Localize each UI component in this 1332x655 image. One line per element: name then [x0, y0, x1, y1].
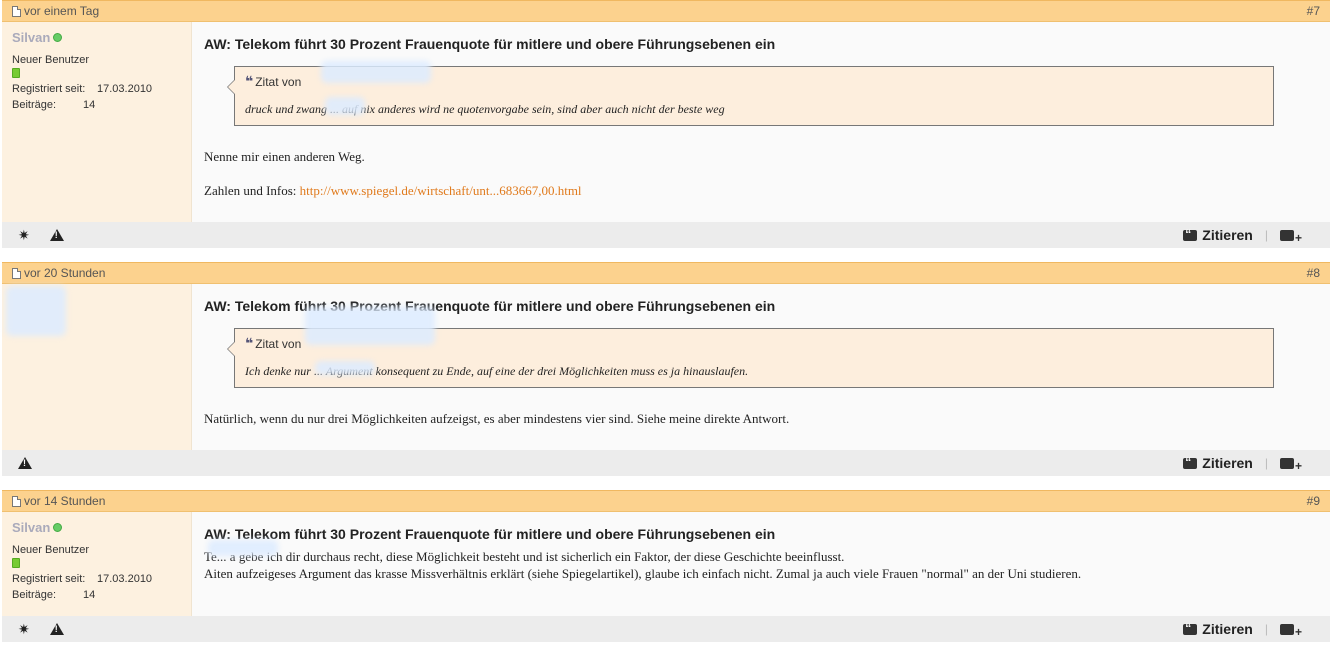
post-paragraph: Nenne mir einen anderen Weg. [204, 149, 365, 164]
registered-date: 17.03.2010 [97, 83, 153, 95]
post-8: vor 20 Stunden #8 AW: Telekom führt 30 P… [2, 262, 1330, 476]
quote-box: ❝ Zitat von Ich denke nur ... Argument k… [227, 307, 1274, 388]
quote-box: ❝ Zitat von druck und zwang ... auf nix … [227, 61, 1274, 126]
thanks-icon[interactable]: ✷ [18, 227, 30, 244]
separator: | [1264, 228, 1268, 242]
quote-icon [1183, 455, 1198, 469]
multi-quote-button[interactable] [1280, 623, 1302, 639]
post-time: vor 14 Stunden [24, 494, 106, 508]
report-button[interactable] [18, 457, 32, 469]
post-time: vor 20 Stunden [24, 266, 106, 280]
quote-marks-icon: ❝ [245, 335, 253, 351]
post-title: AW: Telekom führt 30 Prozent Frauenquote… [204, 36, 776, 52]
quote-icon [1183, 621, 1198, 635]
post-7: vor einem Tag #7 Silvan Neuer Benutzer R… [2, 0, 1330, 248]
report-button[interactable] [49, 229, 64, 241]
quote-text: druck und zwang ... auf nix anderes wird… [245, 102, 725, 116]
post-footer: ✷ Zitieren | [2, 616, 1330, 642]
warning-icon [49, 229, 64, 241]
quote-button[interactable]: Zitieren [1183, 621, 1253, 637]
multi-quote-button[interactable] [1280, 457, 1302, 473]
author-panel [2, 284, 192, 450]
post-header: vor 14 Stunden #9 [2, 490, 1330, 512]
post-content: AW: Telekom führt 30 Prozent Frauenquote… [192, 284, 1330, 450]
spiegel-link[interactable]: http://www.spiegel.de/wirtschaft/unt...6… [300, 183, 582, 198]
post-time: vor einem Tag [24, 4, 100, 18]
multi-quote-icon [1280, 623, 1302, 639]
post-number[interactable]: #9 [1307, 494, 1320, 508]
rank-bar-icon [12, 68, 20, 78]
thanks-icon[interactable]: ✷ [18, 621, 30, 638]
author-rank: Neuer Benutzer [12, 54, 90, 66]
author-rank: Neuer Benutzer [12, 544, 90, 556]
posts-count: 14 [83, 589, 96, 601]
quote-button[interactable]: Zitieren [1183, 227, 1253, 243]
online-status-icon [53, 523, 63, 532]
author-name[interactable]: Silvan [12, 520, 191, 535]
posts-label: Beiträge: [12, 99, 57, 111]
post-header: vor 20 Stunden #8 [2, 262, 1330, 284]
page-icon [12, 5, 21, 17]
quote-button-label: Zitieren [1202, 227, 1253, 243]
rank-bar-icon [12, 558, 20, 568]
post-9: vor 14 Stunden #9 Silvan Neuer Benutzer … [2, 490, 1330, 642]
quote-label: Zitat von [255, 336, 302, 351]
author-panel: Silvan Neuer Benutzer Registriert seit: 1… [2, 22, 192, 222]
post-content: AW: Telekom führt 30 Prozent Frauenquote… [192, 22, 1330, 222]
quote-button-label: Zitieren [1202, 455, 1253, 471]
author-panel: Silvan Neuer Benutzer Registriert seit: 1… [2, 512, 192, 616]
post-number[interactable]: #7 [1307, 4, 1320, 18]
post-content: AW: Telekom führt 30 Prozent Frauenquote… [192, 512, 1330, 616]
post-paragraph: Natürlich, wenn du nur drei Möglichkeite… [204, 411, 790, 426]
author-name-text[interactable]: Silvan [12, 30, 50, 45]
post-paragraph: Te... a gebe ich dir durchaus recht, die… [204, 549, 845, 564]
registered-label: Registriert seit: [12, 83, 86, 95]
author-name[interactable]: Silvan [12, 30, 191, 45]
warning-icon [18, 457, 32, 469]
posts-count: 14 [83, 99, 96, 111]
registered-date: 17.03.2010 [97, 573, 153, 585]
warning-icon [49, 623, 64, 635]
link-prefix: Zahlen und Infos: [204, 183, 300, 198]
post-footer: Zitieren | [2, 450, 1330, 476]
author-name-text[interactable]: Silvan [12, 520, 50, 535]
page-icon [12, 267, 21, 279]
multi-quote-button[interactable] [1280, 229, 1302, 245]
quote-icon [1183, 227, 1198, 241]
posts-label: Beiträge: [12, 589, 57, 601]
quote-label: Zitat von [255, 74, 302, 89]
quote-button[interactable]: Zitieren [1183, 455, 1253, 471]
quote-text: Ich denke nur ... Argument konsequent zu… [245, 364, 749, 378]
quote-button-label: Zitieren [1202, 621, 1253, 637]
post-footer: ✷ Zitieren | [2, 222, 1330, 248]
quote-marks-icon: ❝ [245, 73, 253, 89]
post-title: AW: Telekom führt 30 Prozent Frauenquote… [204, 526, 776, 542]
separator: | [1264, 456, 1268, 470]
registered-label: Registriert seit: [12, 573, 86, 585]
multi-quote-icon [1280, 229, 1302, 245]
post-paragraph: Aiten aufzeigeses Argument das krasse Mi… [204, 566, 1082, 581]
online-status-icon [53, 33, 63, 42]
multi-quote-icon [1280, 457, 1302, 473]
separator: | [1264, 622, 1268, 636]
report-button[interactable] [49, 623, 64, 635]
page-icon [12, 495, 21, 507]
post-number[interactable]: #8 [1307, 266, 1320, 280]
post-header: vor einem Tag #7 [2, 0, 1330, 22]
